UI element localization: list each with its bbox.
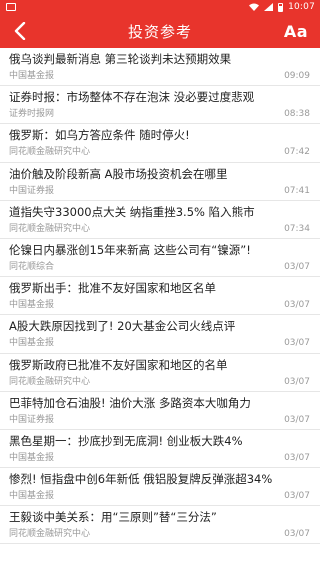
news-time: 03/07 bbox=[284, 300, 310, 311]
top-header: 投资参考 Aa bbox=[0, 14, 320, 48]
news-title: 王毅谈中美关系：用“三原则”替“三分法” bbox=[9, 510, 217, 525]
news-time: 09:09 bbox=[284, 71, 310, 81]
news-item[interactable]: 俄罗斯政府已批准不友好国家和地区的名单 同花顺金融研究中心 03/07 bbox=[0, 354, 320, 392]
news-item[interactable]: 俄乌谈判最新消息 第三轮谈判未达预期效果 中国基金报 09:09 bbox=[0, 48, 320, 87]
news-source: 中国基金报 bbox=[9, 71, 55, 81]
news-time: 07:34 bbox=[284, 223, 310, 234]
news-title: A股大跌原因找到了! 20大基金公司火线点评 bbox=[9, 319, 236, 334]
news-item[interactable]: 黑色星期一：抄底抄到无底洞! 创业板大跌4% 中国基金报 03/07 bbox=[0, 430, 320, 469]
news-source: 同花顺金融研究中心 bbox=[9, 529, 91, 540]
news-title: 俄罗斯：如乌方答应条件 随时停火! bbox=[9, 128, 190, 143]
font-size-button[interactable]: Aa bbox=[284, 20, 308, 42]
news-item[interactable]: 巴菲特加仓石油股! 油价大涨 多路资本大咖角力 中国证券报 03/07 bbox=[0, 392, 320, 430]
news-list: 俄乌谈判最新消息 第三轮谈判未达预期效果 中国基金报 09:09 证券时报：市场… bbox=[0, 48, 320, 568]
news-title: 惨烈! 恒指盘中创6年新低 俄铝股复牌反弹涨超34% bbox=[9, 472, 273, 487]
news-source: 同花顺金融研究中心 bbox=[9, 147, 91, 158]
news-source: 证券时报网 bbox=[9, 109, 55, 120]
news-title: 俄罗斯政府已批准不友好国家和地区的名单 bbox=[9, 357, 228, 372]
news-title: 俄乌谈判最新消息 第三轮谈判未达预期效果 bbox=[9, 52, 232, 66]
news-time: 03/07 bbox=[284, 414, 310, 425]
chevron-left-icon bbox=[14, 22, 26, 40]
page-title: 投资参考 bbox=[127, 22, 192, 41]
news-item[interactable]: 油价触及阶段新高 A股市场投资机会在哪里 中国证券报 07:41 bbox=[0, 163, 320, 201]
battery-icon bbox=[278, 2, 284, 12]
news-time: 03/07 bbox=[284, 338, 310, 349]
status-time: 10:07 bbox=[288, 2, 315, 12]
news-time: 03/07 bbox=[284, 452, 310, 463]
news-item[interactable]: 俄罗斯：如乌方答应条件 随时停火! 同花顺金融研究中心 07:42 bbox=[0, 124, 320, 163]
news-source: 中国基金报 bbox=[9, 491, 55, 502]
news-title: 黑色星期一：抄底抄到无底洞! 创业板大跌4% bbox=[9, 433, 243, 448]
news-title: 巴菲特加仓石油股! 油价大涨 多路资本大咖角力 bbox=[9, 395, 251, 410]
news-time: 07:42 bbox=[284, 147, 310, 158]
news-source: 中国基金报 bbox=[9, 338, 55, 349]
back-button[interactable] bbox=[10, 20, 30, 42]
news-item[interactable]: 王毅谈中美关系：用“三原则”替“三分法” 同花顺金融研究中心 03/07 bbox=[0, 506, 320, 545]
news-title: 俄罗斯出手：批准不友好国家和地区名单 bbox=[9, 281, 216, 296]
news-source: 中国证券报 bbox=[9, 185, 55, 196]
news-item[interactable]: 惨烈! 恒指盘中创6年新低 俄铝股复牌反弹涨超34% 中国基金报 03/07 bbox=[0, 468, 320, 507]
news-title: 道指失守33000点大关 纳指重挫3.5% 陷入熊市 bbox=[9, 204, 255, 219]
signal-icon bbox=[264, 3, 274, 11]
news-time: 03/07 bbox=[284, 376, 310, 387]
news-source: 同花顺金融研究中心 bbox=[9, 376, 91, 387]
news-item[interactable]: 伦镍日内暴涨创15年来新高 这些公司有“镍源”! 同花顺综合 03/07 bbox=[0, 239, 320, 278]
news-time: 08:38 bbox=[284, 109, 310, 120]
news-item[interactable]: 俄罗斯出手：批准不友好国家和地区名单 中国基金报 03/07 bbox=[0, 277, 320, 316]
news-time: 03/07 bbox=[284, 491, 310, 502]
news-time: 07:41 bbox=[284, 185, 310, 196]
news-item[interactable]: 道指失守33000点大关 纳指重挫3.5% 陷入熊市 同花顺金融研究中心 07:… bbox=[0, 201, 320, 239]
wifi-icon bbox=[249, 3, 260, 11]
news-time: 03/07 bbox=[284, 261, 310, 272]
news-source: 同花顺综合 bbox=[9, 261, 55, 272]
status-bar: 10:07 bbox=[0, 0, 320, 14]
news-source: 同花顺金融研究中心 bbox=[9, 223, 91, 234]
news-source: 中国基金报 bbox=[9, 300, 55, 311]
news-item[interactable]: A股大跌原因找到了! 20大基金公司火线点评 中国基金报 03/07 bbox=[0, 315, 320, 354]
sim-card-icon bbox=[6, 3, 16, 11]
news-title: 证券时报：市场整体不存在泡沫 没必要过度悲观 bbox=[9, 90, 255, 105]
news-source: 中国证券报 bbox=[9, 414, 55, 425]
news-time: 03/07 bbox=[284, 529, 310, 540]
news-title: 伦镍日内暴涨创15年来新高 这些公司有“镍源”! bbox=[9, 242, 251, 257]
news-source: 中国基金报 bbox=[9, 452, 55, 463]
news-title: 油价触及阶段新高 A股市场投资机会在哪里 bbox=[9, 166, 228, 181]
news-item[interactable]: 证券时报：市场整体不存在泡沫 没必要过度悲观 证券时报网 08:38 bbox=[0, 86, 320, 125]
